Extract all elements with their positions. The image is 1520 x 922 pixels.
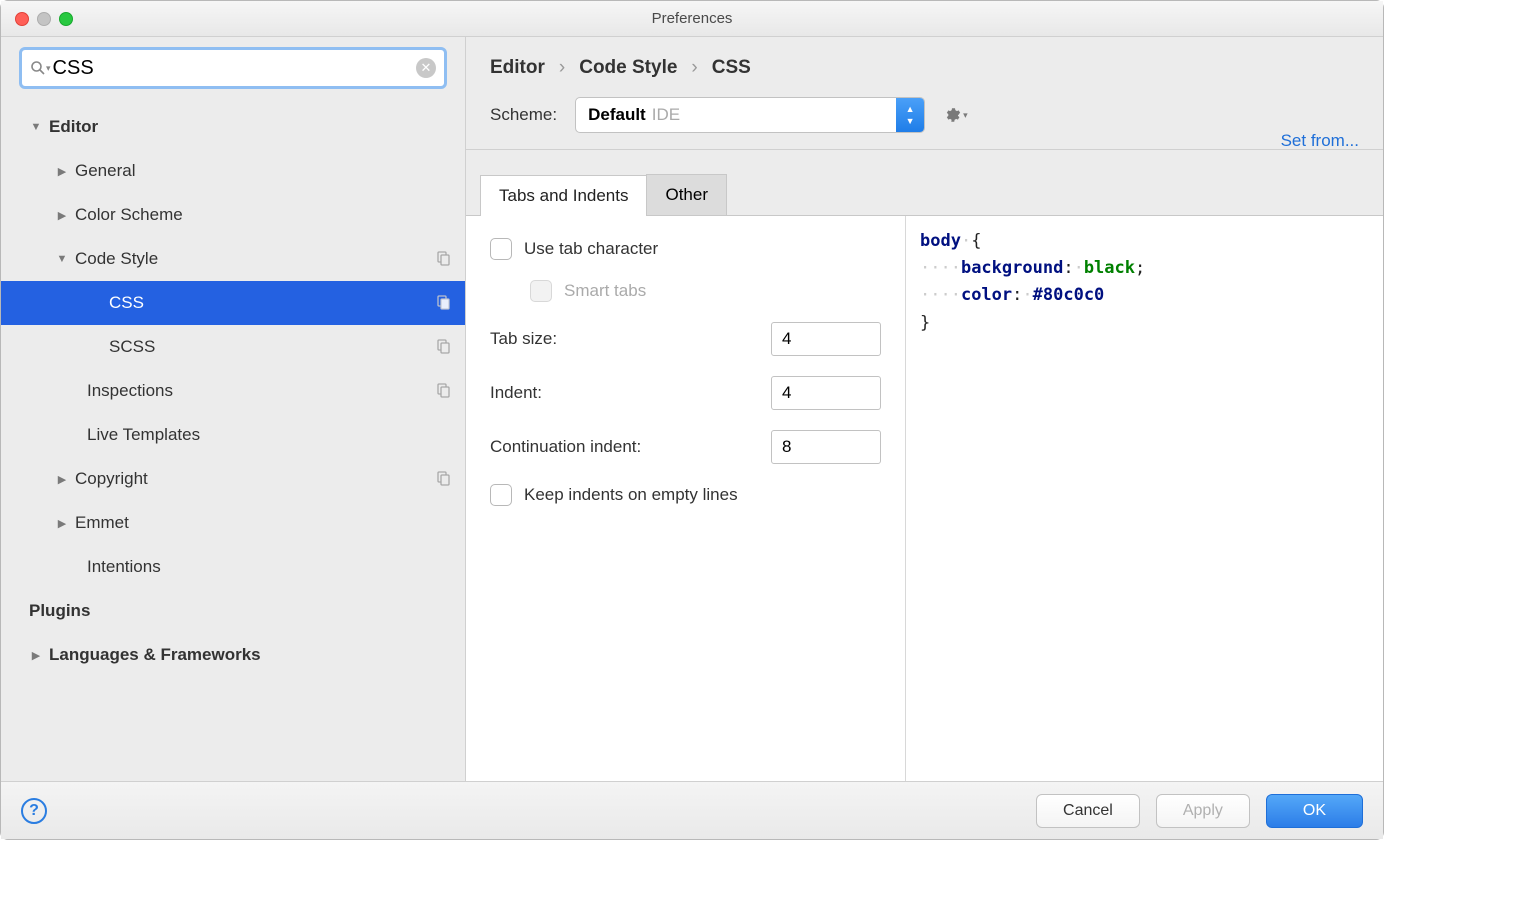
copy-scheme-icon[interactable] bbox=[435, 294, 453, 312]
tree-item-copyright[interactable]: ▶ Copyright bbox=[1, 457, 465, 501]
search-box[interactable]: ▾ ✕ bbox=[19, 47, 447, 89]
tree-item-scss[interactable]: SCSS bbox=[1, 325, 465, 369]
tree-item-emmet[interactable]: ▶ Emmet bbox=[1, 501, 465, 545]
indent-input[interactable] bbox=[771, 376, 881, 410]
tree-item-general[interactable]: ▶ General bbox=[1, 149, 465, 193]
tree-item-label: Live Templates bbox=[87, 425, 453, 445]
checkbox-icon bbox=[530, 280, 552, 302]
scheme-select[interactable]: Default IDE ▲▼ bbox=[575, 97, 925, 133]
dropdown-stepper-icon[interactable]: ▲▼ bbox=[896, 98, 924, 132]
breadcrumb: Editor › Code Style › CSS bbox=[466, 37, 1383, 93]
tree-item-label: SCSS bbox=[109, 337, 435, 357]
checkbox-icon bbox=[490, 484, 512, 506]
tree-item-inspections[interactable]: Inspections bbox=[1, 369, 465, 413]
tab-bar: Tabs and IndentsOther bbox=[466, 150, 1383, 216]
main-panel: Editor › Code Style › CSS Scheme: Defaul… bbox=[466, 37, 1383, 781]
tree-item-label: General bbox=[75, 161, 453, 181]
ok-button[interactable]: OK bbox=[1266, 794, 1363, 828]
tree-item-label: Color Scheme bbox=[75, 205, 453, 225]
tree-item-label: Emmet bbox=[75, 513, 453, 533]
tab-size-label: Tab size: bbox=[490, 329, 557, 349]
chevron-down-icon[interactable]: ▼ bbox=[55, 253, 69, 265]
footer: ? Cancel Apply OK bbox=[1, 781, 1383, 839]
search-input[interactable] bbox=[53, 57, 416, 80]
tabs-and-indents-form: Use tab character Smart tabs Tab size: I… bbox=[466, 216, 906, 781]
chevron-right-icon[interactable]: ▶ bbox=[55, 209, 69, 222]
breadcrumb-item[interactable]: Editor bbox=[490, 57, 545, 79]
code-preview: body·{ ····background:·black; ····color:… bbox=[906, 216, 1383, 781]
chevron-right-icon[interactable]: ▶ bbox=[29, 649, 43, 662]
chevron-right-icon: › bbox=[691, 57, 697, 79]
tree-item-label: CSS bbox=[109, 293, 435, 313]
scheme-label: Scheme: bbox=[490, 105, 557, 125]
smart-tabs-checkbox: Smart tabs bbox=[490, 280, 881, 302]
tree-item-label: Intentions bbox=[87, 557, 453, 577]
tree-item-css[interactable]: CSS bbox=[1, 281, 465, 325]
settings-tree: ▼ Editor ▶ General ▶ Color Scheme ▼ Code Style C… bbox=[1, 99, 465, 781]
search-icon: ▾ bbox=[30, 60, 51, 76]
indent-label: Indent: bbox=[490, 383, 542, 403]
chevron-right-icon[interactable]: ▶ bbox=[55, 473, 69, 486]
tree-item-label: Languages & Frameworks bbox=[49, 645, 453, 665]
tree-item-live-templates[interactable]: Live Templates bbox=[1, 413, 465, 457]
tree-item-plugins[interactable]: Plugins bbox=[1, 589, 465, 633]
keep-indents-checkbox[interactable]: Keep indents on empty lines bbox=[490, 484, 881, 506]
scheme-row: Scheme: Default IDE ▲▼ ▾ Set from... bbox=[466, 93, 1383, 150]
chevron-down-icon[interactable]: ▼ bbox=[29, 121, 43, 133]
cancel-button[interactable]: Cancel bbox=[1036, 794, 1140, 828]
tree-item-code-style[interactable]: ▼ Code Style bbox=[1, 237, 465, 281]
tree-item-languages-frameworks[interactable]: ▶ Languages & Frameworks bbox=[1, 633, 465, 677]
help-icon[interactable]: ? bbox=[21, 798, 47, 824]
window-title: Preferences bbox=[1, 10, 1383, 27]
copy-scheme-icon[interactable] bbox=[435, 250, 453, 268]
scheme-hint: IDE bbox=[652, 105, 680, 124]
tab-tabs-and-indents[interactable]: Tabs and Indents bbox=[480, 175, 647, 216]
breadcrumb-item: CSS bbox=[712, 57, 751, 79]
tab-size-input[interactable] bbox=[771, 322, 881, 356]
breadcrumb-item[interactable]: Code Style bbox=[579, 57, 677, 79]
chevron-right-icon[interactable]: ▶ bbox=[55, 517, 69, 530]
tab-other[interactable]: Other bbox=[646, 174, 727, 215]
checkbox-icon bbox=[490, 238, 512, 260]
tree-item-intentions[interactable]: Intentions bbox=[1, 545, 465, 589]
tree-item-label: Copyright bbox=[75, 469, 435, 489]
tree-item-label: Editor bbox=[49, 117, 453, 137]
continuation-indent-input[interactable] bbox=[771, 430, 881, 464]
copy-scheme-icon[interactable] bbox=[435, 382, 453, 400]
chevron-right-icon: › bbox=[559, 57, 565, 79]
clear-search-icon[interactable]: ✕ bbox=[416, 58, 436, 78]
use-tab-checkbox[interactable]: Use tab character bbox=[490, 238, 881, 260]
copy-scheme-icon[interactable] bbox=[435, 470, 453, 488]
tree-item-color-scheme[interactable]: ▶ Color Scheme bbox=[1, 193, 465, 237]
continuation-indent-label: Continuation indent: bbox=[490, 437, 641, 457]
chevron-right-icon[interactable]: ▶ bbox=[55, 165, 69, 178]
gear-icon[interactable]: ▾ bbox=[943, 106, 968, 124]
tree-item-label: Plugins bbox=[29, 601, 453, 621]
tree-item-label: Code Style bbox=[75, 249, 435, 269]
titlebar: Preferences bbox=[1, 1, 1383, 37]
tree-item-editor[interactable]: ▼ Editor bbox=[1, 105, 465, 149]
set-from-link[interactable]: Set from... bbox=[1281, 131, 1359, 151]
sidebar: ▾ ✕ ▼ Editor ▶ General ▶ Color Scheme ▼ Code St… bbox=[1, 37, 466, 781]
tree-item-label: Inspections bbox=[87, 381, 435, 401]
copy-scheme-icon[interactable] bbox=[435, 338, 453, 356]
scheme-value: Default bbox=[588, 105, 646, 124]
apply-button: Apply bbox=[1156, 794, 1250, 828]
